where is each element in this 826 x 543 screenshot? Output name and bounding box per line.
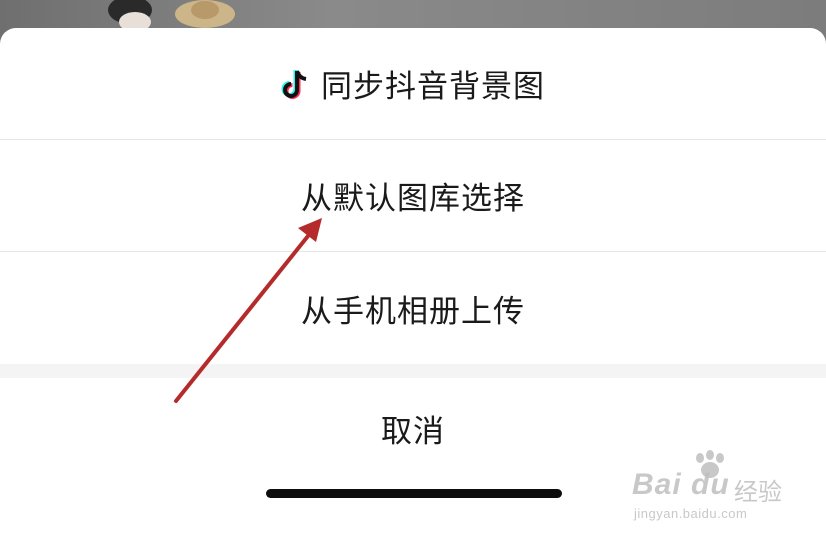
cancel-label: 取消 bbox=[381, 413, 445, 450]
background-hat-figure bbox=[175, 0, 235, 28]
background-figure bbox=[108, 0, 152, 30]
sync-douyin-background-option[interactable]: 同步抖音背景图 bbox=[0, 28, 826, 140]
home-indicator[interactable] bbox=[266, 489, 562, 498]
baidu-paw-icon bbox=[696, 450, 724, 478]
choose-default-gallery-label: 从默认图库选择 bbox=[301, 181, 525, 217]
baidu-jingyan-watermark: Bai du 经验 jingyan.baidu.com bbox=[632, 450, 792, 530]
watermark-product: 经验 bbox=[734, 478, 782, 506]
section-divider bbox=[0, 364, 826, 378]
tiktok-icon bbox=[281, 69, 307, 99]
sync-douyin-background-label: 同步抖音背景图 bbox=[321, 69, 545, 105]
watermark-url: jingyan.baidu.com bbox=[634, 506, 748, 521]
choose-default-gallery-option[interactable]: 从默认图库选择 bbox=[0, 140, 826, 252]
upload-from-album-label: 从手机相册上传 bbox=[301, 293, 525, 330]
upload-from-album-option[interactable]: 从手机相册上传 bbox=[0, 252, 826, 364]
